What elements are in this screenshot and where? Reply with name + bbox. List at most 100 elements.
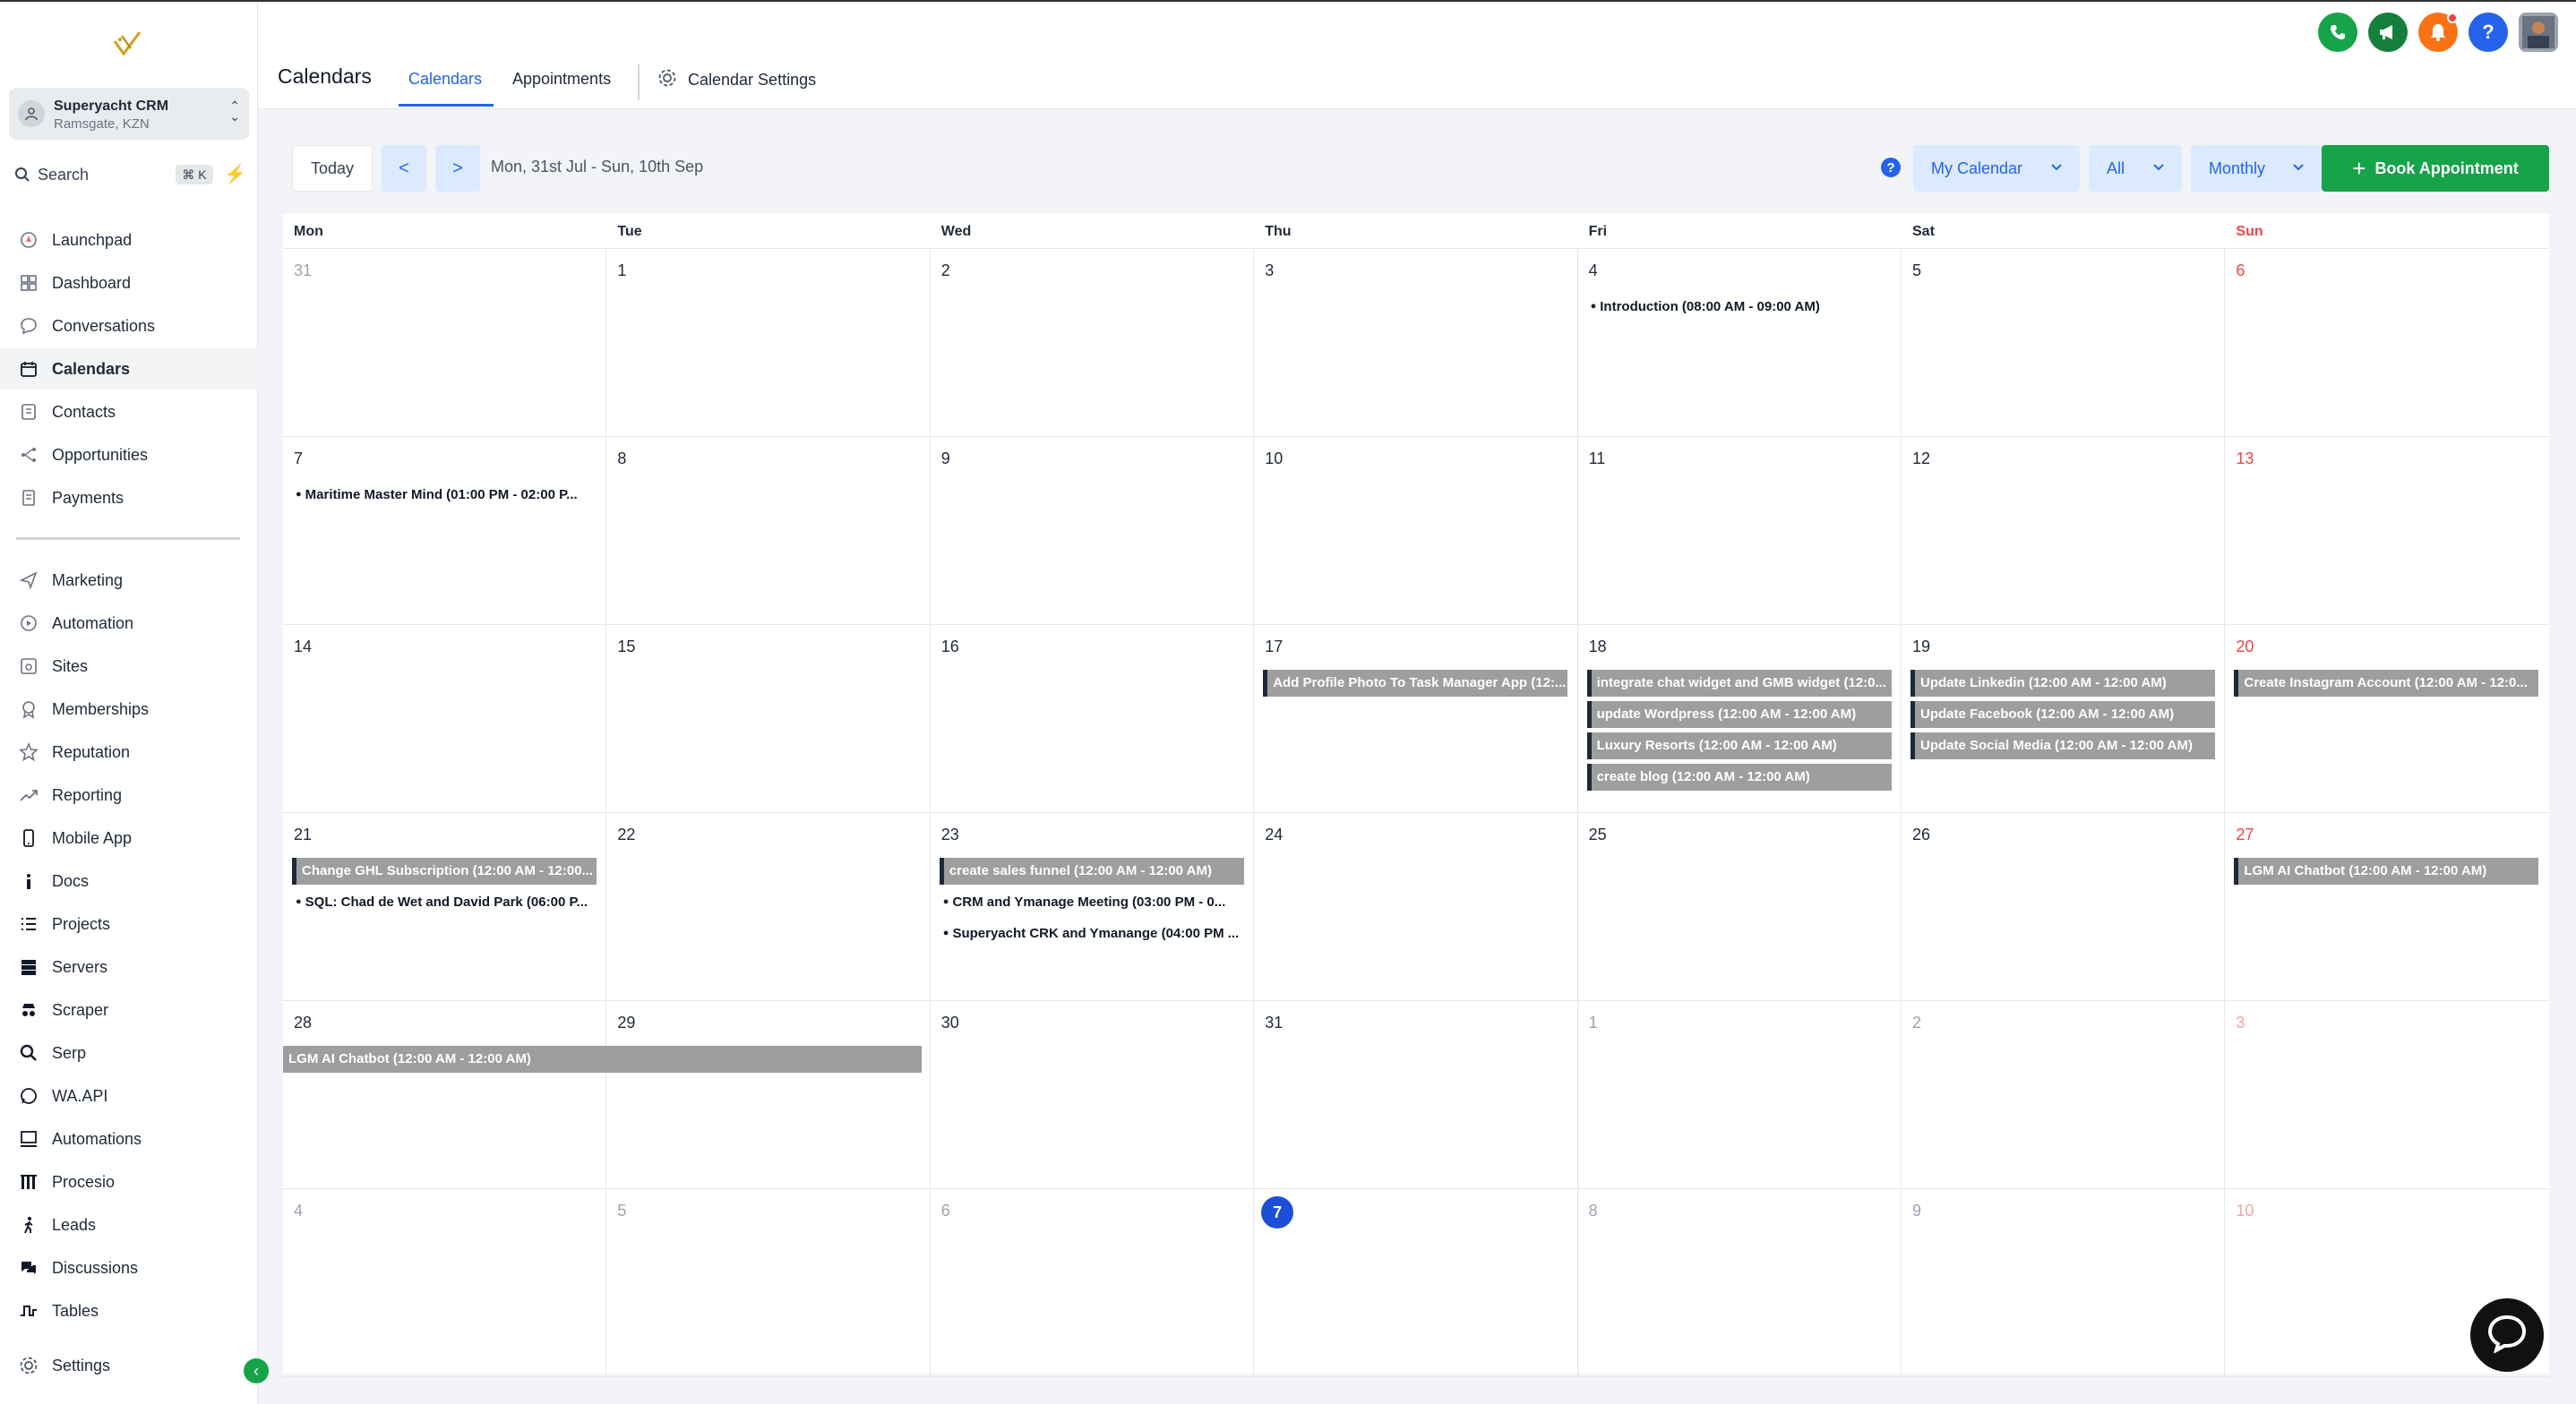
event-bar[interactable]: Luxury Resorts (12:00 AM - 12:00 AM) (1586, 732, 1892, 759)
day-cell[interactable]: 20 Create Instagram Account (12:00 AM - 1… (2225, 625, 2548, 813)
event-bar[interactable]: Change GHL Subscription (12:00 AM - 12:0… (292, 858, 597, 885)
day-cell[interactable]: 9 (931, 437, 1255, 625)
lightning-icon[interactable]: ⚡ (224, 163, 246, 185)
tab-calendars[interactable]: Calendars (408, 70, 482, 89)
sidebar-item-projects[interactable]: Projects (0, 903, 258, 945)
event-item[interactable]: Introduction (08:00 AM - 09:00 AM) (1591, 299, 1892, 314)
day-cell[interactable]: 14 (283, 625, 607, 813)
day-cell[interactable]: 30 (931, 1001, 1255, 1189)
event-bar[interactable]: integrate chat widget and GMB widget (12… (1586, 670, 1892, 697)
day-cell[interactable]: 13 (2225, 437, 2548, 625)
event-bar[interactable]: LGM AI Chatbot (12:00 AM - 12:00 AM) (2234, 858, 2539, 885)
event-item[interactable]: SQL: Chad de Wet and David Park (06:00 P… (296, 895, 597, 910)
day-cell[interactable]: 3 (2225, 1001, 2548, 1189)
event-item[interactable]: CRM and Ymanage Meeting (03:00 PM - 0... (943, 895, 1244, 910)
filter-select[interactable]: All (2089, 145, 2182, 192)
sidebar-item-tables[interactable]: Tables (0, 1290, 258, 1331)
day-cell[interactable]: 8 (606, 437, 931, 625)
sidebar-item-leads[interactable]: Leads (0, 1204, 258, 1246)
day-cell[interactable]: 22 (606, 813, 931, 1001)
event-bar[interactable]: Update Facebook (12:00 AM - 12:00 AM) (1911, 701, 2215, 728)
day-cell[interactable]: 29 (606, 1001, 931, 1189)
book-appointment-button[interactable]: + Book Appointment (2322, 145, 2549, 192)
day-cell[interactable]: 1 (1578, 1001, 1902, 1189)
event-bar-multiday[interactable]: LGM AI Chatbot (12:00 AM - 12:00 AM) (283, 1046, 922, 1073)
sidebar-item-automations[interactable]: Automations (0, 1118, 258, 1160)
event-bar[interactable]: create sales funnel (12:00 AM - 12:00 AM… (939, 858, 1244, 885)
event-bar[interactable]: update Wordpress (12:00 AM - 12:00 AM) (1586, 701, 1892, 728)
collapse-sidebar-button[interactable]: ‹ (244, 1358, 269, 1383)
day-cell[interactable]: 31 (283, 249, 607, 437)
day-cell[interactable]: 31 (1254, 1001, 1578, 1189)
chat-widget-button[interactable] (2470, 1298, 2544, 1372)
day-cell[interactable]: 19 Update Linkedin (12:00 AM - 12:00 AM) U… (1902, 625, 2226, 813)
day-cell[interactable]: 17 Add Profile Photo To Task Manager App … (1254, 625, 1578, 813)
sidebar-item-serp[interactable]: Serp (0, 1032, 258, 1074)
day-cell[interactable]: 26 (1902, 813, 2226, 1001)
day-cell[interactable]: 10 (1254, 437, 1578, 625)
sidebar-search[interactable]: Search ⌘ K ⚡ (9, 159, 249, 190)
day-cell[interactable]: 3 (1254, 249, 1578, 437)
prev-button[interactable]: < (382, 145, 426, 192)
day-cell[interactable]: 5 (1902, 249, 2226, 437)
day-cell[interactable]: 11 (1578, 437, 1902, 625)
event-bar[interactable]: Create Instagram Account (12:00 AM - 12:… (2234, 670, 2539, 697)
sidebar-item-wa-api[interactable]: WA.API (0, 1075, 258, 1117)
day-cell[interactable]: 7 (1254, 1189, 1578, 1377)
today-button[interactable]: Today (292, 145, 373, 192)
account-switcher[interactable]: Superyacht CRM Ramsgate, KZN ⌃ ⌄ (9, 88, 249, 140)
sidebar-item-mobile-app[interactable]: Mobile App (0, 818, 258, 859)
calendar-select[interactable]: My Calendar (1913, 145, 2080, 192)
question-icon[interactable]: ? (1881, 158, 1901, 177)
help-icon[interactable]: ? (2469, 13, 2508, 52)
event-bar[interactable]: Add Profile Photo To Task Manager App (1… (1263, 670, 1568, 697)
day-cell[interactable]: 5 (606, 1189, 931, 1377)
day-cell[interactable]: 1 (606, 249, 931, 437)
day-cell[interactable]: 2 (1902, 1001, 2226, 1189)
sidebar-item-scraper[interactable]: Scraper (0, 989, 258, 1031)
sidebar-item-automation[interactable]: Automation (0, 603, 258, 644)
sidebar-item-settings[interactable]: Settings (0, 1345, 258, 1386)
event-bar[interactable]: Update Linkedin (12:00 AM - 12:00 AM) (1911, 670, 2215, 697)
day-cell[interactable]: 7 Maritime Master Mind (01:00 PM - 02:00 … (283, 437, 607, 625)
tab-calendar-settings[interactable]: Calendar Settings (657, 68, 816, 92)
day-cell[interactable]: 24 (1254, 813, 1578, 1001)
sidebar-item-dashboard[interactable]: Dashboard (0, 262, 258, 304)
sidebar-item-reputation[interactable]: Reputation (0, 732, 258, 773)
sidebar-item-docs[interactable]: Docs (0, 860, 258, 902)
day-cell[interactable]: 21 Change GHL Subscription (12:00 AM - 12… (283, 813, 607, 1001)
phone-icon[interactable] (2318, 13, 2357, 52)
megaphone-icon[interactable] (2368, 13, 2408, 52)
sidebar-item-procesio[interactable]: Procesio (0, 1161, 258, 1203)
sidebar-item-discussions[interactable]: Discussions (0, 1247, 258, 1288)
bell-icon[interactable] (2418, 13, 2458, 52)
day-cell[interactable]: 15 (606, 625, 931, 813)
sidebar-item-reporting[interactable]: Reporting (0, 775, 258, 816)
event-item[interactable]: Maritime Master Mind (01:00 PM - 02:00 P… (296, 487, 597, 502)
logo-icon[interactable] (109, 27, 145, 63)
day-cell[interactable]: 6 (2225, 249, 2548, 437)
day-cell[interactable]: 12 (1902, 437, 2226, 625)
sidebar-item-conversations[interactable]: Conversations (0, 305, 258, 347)
day-cell[interactable]: 28 (283, 1001, 607, 1189)
event-bar[interactable]: Update Social Media (12:00 AM - 12:00 AM… (1911, 732, 2215, 759)
day-cell[interactable]: 25 (1578, 813, 1902, 1001)
day-cell[interactable]: 4 Introduction (08:00 AM - 09:00 AM) (1578, 249, 1902, 437)
sidebar-item-opportunities[interactable]: Opportunities (0, 434, 258, 475)
next-button[interactable]: > (435, 145, 480, 192)
sidebar-item-memberships[interactable]: Memberships (0, 689, 258, 730)
sidebar-item-payments[interactable]: Payments (0, 477, 258, 518)
sidebar-item-sites[interactable]: Sites (0, 646, 258, 687)
day-cell[interactable]: 4 (283, 1189, 607, 1377)
day-cell[interactable]: 8 (1578, 1189, 1902, 1377)
day-cell[interactable]: 27 LGM AI Chatbot (12:00 AM - 12:00 AM) (2225, 813, 2548, 1001)
day-cell[interactable]: 6 (931, 1189, 1255, 1377)
day-cell[interactable]: 9 (1902, 1189, 2226, 1377)
sidebar-item-servers[interactable]: Servers (0, 946, 258, 988)
day-cell[interactable]: 18 integrate chat widget and GMB widget (… (1578, 625, 1902, 813)
view-select[interactable]: Monthly (2191, 145, 2322, 192)
event-item[interactable]: Superyacht CRK and Ymanange (04:00 PM ..… (943, 926, 1244, 941)
sidebar-item-launchpad[interactable]: Launchpad (0, 219, 258, 261)
day-cell[interactable]: 16 (931, 625, 1255, 813)
sidebar-item-calendars[interactable]: Calendars (0, 348, 258, 390)
